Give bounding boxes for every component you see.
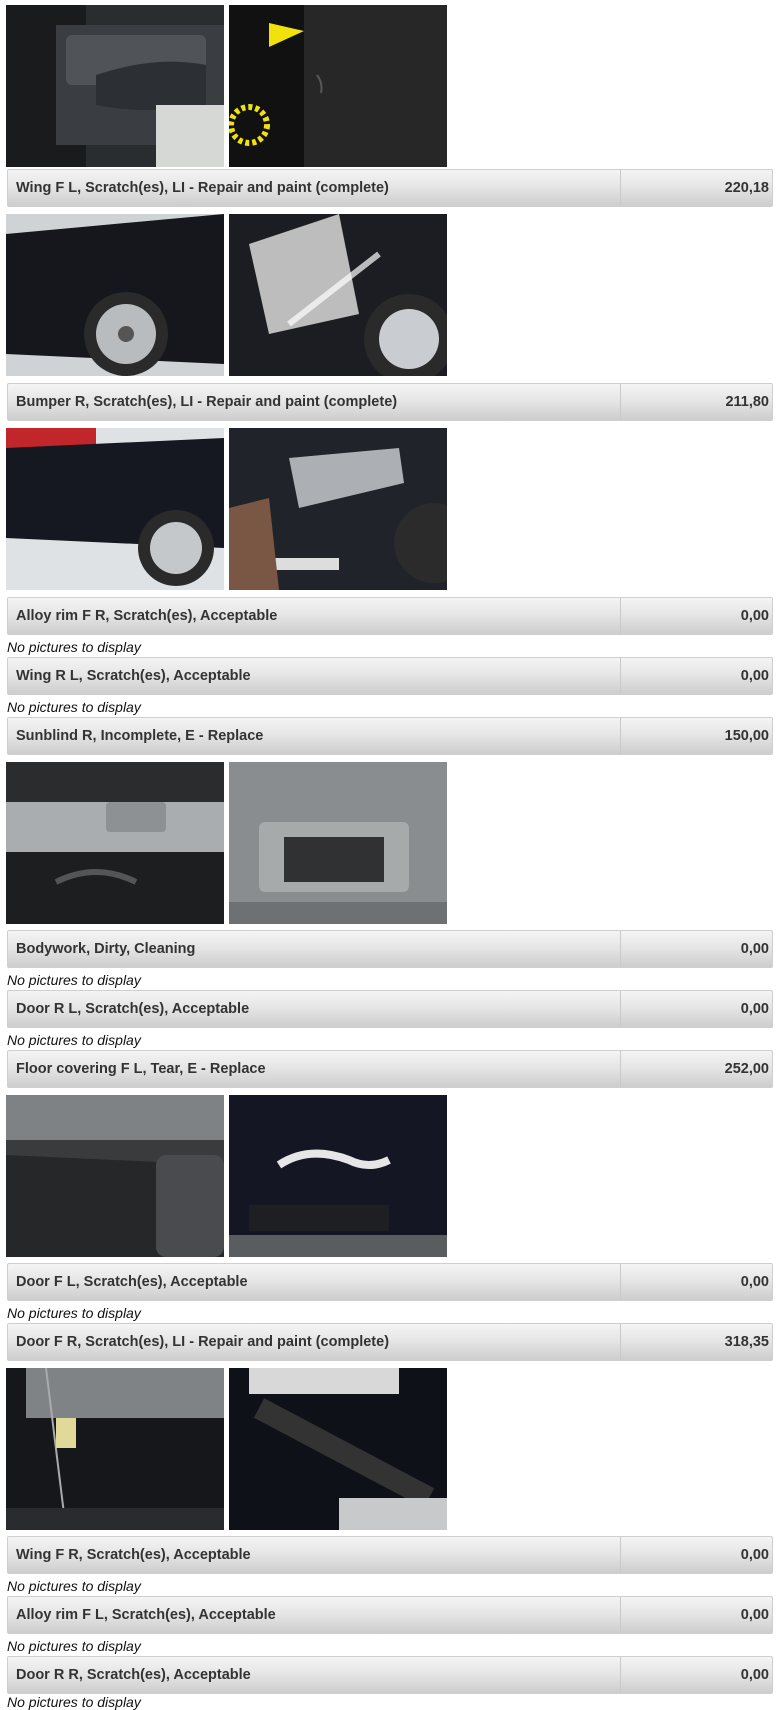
damage-amount: 0,00 <box>740 1547 769 1563</box>
damage-row[interactable]: Bumper R, Scratch(es), LI - Repair and p… <box>7 383 773 421</box>
photo-row-6 <box>0 1368 779 1530</box>
damage-description: Alloy rim F R, Scratch(es), Acceptable <box>16 608 278 624</box>
door-interior-photo[interactable] <box>6 5 224 167</box>
damage-description: Door F R, Scratch(es), LI - Repair and p… <box>16 1334 390 1350</box>
damage-row[interactable]: Sunblind R, Incomplete, E - Replace 150,… <box>7 717 773 755</box>
damage-amount: 0,00 <box>740 1001 769 1017</box>
damage-amount: 211,80 <box>725 394 769 410</box>
damage-row[interactable]: Door F L, Scratch(es), Acceptable 0,00 <box>7 1263 773 1301</box>
damage-description: Wing F R, Scratch(es), Acceptable <box>16 1547 251 1563</box>
no-pictures-note: No pictures to display <box>7 1638 141 1654</box>
damage-row[interactable]: Alloy rim F R, Scratch(es), Acceptable 0… <box>7 597 773 635</box>
no-pictures-note: No pictures to display <box>7 1032 141 1048</box>
sunblind-mirror-closeup-photo[interactable] <box>229 762 447 924</box>
damage-row[interactable]: Alloy rim F L, Scratch(es), Acceptable 0… <box>7 1596 773 1634</box>
damage-description: Bumper R, Scratch(es), LI - Repair and p… <box>16 394 398 410</box>
photo-row-3 <box>0 428 779 590</box>
damage-amount: 0,00 <box>740 668 769 684</box>
door-scratch-closeup-photo[interactable] <box>229 1368 447 1530</box>
damage-description: Floor covering F L, Tear, E - Replace <box>16 1061 266 1077</box>
no-pictures-note: No pictures to display <box>7 1578 141 1594</box>
damage-amount: 220,18 <box>724 180 769 196</box>
interior-sunblind-photo[interactable] <box>6 762 224 924</box>
no-pictures-note: No pictures to display <box>7 972 141 988</box>
damage-description: Door R L, Scratch(es), Acceptable <box>16 1001 250 1017</box>
damage-description: Sunblind R, Incomplete, E - Replace <box>16 728 264 744</box>
no-pictures-note: No pictures to display <box>7 1305 141 1321</box>
damage-row[interactable]: Wing F R, Scratch(es), Acceptable 0,00 <box>7 1536 773 1574</box>
damage-row[interactable]: Wing F L, Scratch(es), LI - Repair and p… <box>7 169 773 207</box>
damage-row[interactable]: Floor covering F L, Tear, E - Replace 25… <box>7 1050 773 1088</box>
no-pictures-note: No pictures to display <box>7 1694 141 1710</box>
photo-row-4 <box>0 762 779 924</box>
front-wing-photo[interactable] <box>6 214 224 376</box>
damage-description: Door R R, Scratch(es), Acceptable <box>16 1667 251 1683</box>
damage-description: Wing F L, Scratch(es), LI - Repair and p… <box>16 180 389 196</box>
front-door-photo[interactable] <box>6 1368 224 1530</box>
damage-row[interactable]: Door F R, Scratch(es), LI - Repair and p… <box>7 1323 773 1361</box>
damage-amount: 0,00 <box>740 1667 769 1683</box>
damage-description: Alloy rim F L, Scratch(es), Acceptable <box>16 1607 276 1623</box>
damage-amount: 0,00 <box>740 1607 769 1623</box>
photo-row-1 <box>0 5 779 167</box>
rear-bumper-photo[interactable] <box>6 428 224 590</box>
photo-row-5 <box>0 1095 779 1257</box>
bumper-scratch-closeup-photo[interactable] <box>229 428 447 590</box>
damage-row[interactable]: Door R L, Scratch(es), Acceptable 0,00 <box>7 990 773 1028</box>
damage-row[interactable]: Bodywork, Dirty, Cleaning 0,00 <box>7 930 773 968</box>
damage-description: Wing R L, Scratch(es), Acceptable <box>16 668 251 684</box>
damage-row[interactable]: Wing R L, Scratch(es), Acceptable 0,00 <box>7 657 773 695</box>
no-pictures-note: No pictures to display <box>7 699 141 715</box>
damage-amount: 0,00 <box>740 941 769 957</box>
floor-tear-closeup-photo[interactable] <box>229 1095 447 1257</box>
photo-row-2 <box>0 214 779 376</box>
scratch-closeup-photo[interactable] <box>229 5 447 167</box>
damage-amount: 0,00 <box>740 1274 769 1290</box>
wing-scratch-closeup-photo[interactable] <box>229 214 447 376</box>
damage-row[interactable]: Door R R, Scratch(es), Acceptable 0,00 <box>7 1656 773 1694</box>
damage-amount: 318,35 <box>724 1334 769 1350</box>
damage-amount: 0,00 <box>740 608 769 624</box>
floor-covering-photo[interactable] <box>6 1095 224 1257</box>
damage-amount: 252,00 <box>724 1061 769 1077</box>
damage-description: Door F L, Scratch(es), Acceptable <box>16 1274 248 1290</box>
no-pictures-note: No pictures to display <box>7 639 141 655</box>
damage-description: Bodywork, Dirty, Cleaning <box>16 941 196 957</box>
damage-amount: 150,00 <box>724 728 769 744</box>
